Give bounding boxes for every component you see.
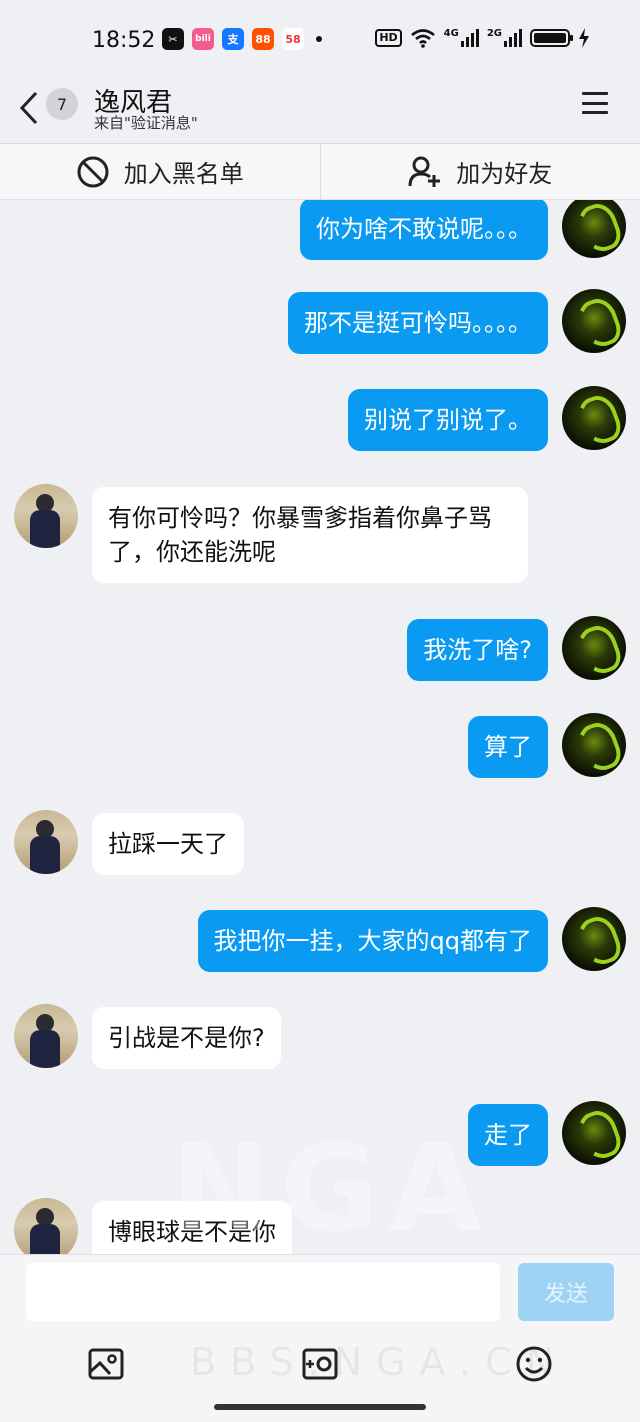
my-avatar[interactable]: [562, 907, 626, 971]
wifi-icon: [410, 29, 435, 48]
my-message-bubble[interactable]: 你为啥不敢说呢。。。: [300, 200, 548, 260]
my-avatar[interactable]: [562, 386, 626, 450]
my-message-bubble[interactable]: 那不是挺可怜吗。。。。: [288, 292, 548, 354]
contact-avatar[interactable]: [14, 484, 78, 548]
status-bar: 18:52 ✂ bili 支 88 58 HD 4G 2G: [0, 0, 640, 80]
status-indicators: HD 4G 2G: [375, 28, 590, 48]
taobao-icon: 88: [252, 28, 274, 50]
stranger-action-bar: 加入黑名单 加为好友: [0, 144, 640, 200]
watermark-logo: NGA: [170, 1120, 492, 1259]
status-time: 18:52: [92, 28, 156, 53]
contact-avatar[interactable]: [14, 1198, 78, 1254]
58-icon: 58: [282, 28, 304, 50]
back-button[interactable]: [18, 86, 40, 135]
watermark-url: BBS.NGA.CN: [190, 1340, 568, 1384]
add-to-blacklist-label: 加入黑名单: [123, 160, 244, 188]
alipay-icon: 支: [222, 28, 244, 50]
contact-message-bubble[interactable]: 拉踩一天了: [92, 813, 244, 875]
composer-bar: 发送: [0, 1254, 640, 1334]
battery-icon: [530, 29, 573, 47]
contact-source: 来自"验证消息": [94, 114, 198, 132]
my-avatar[interactable]: [562, 1101, 626, 1165]
my-message-bubble[interactable]: 别说了别说了。: [348, 389, 548, 451]
signal-2g-icon: [504, 29, 522, 47]
message-list[interactable]: 你为啥不敢说呢。。。 那不是挺可怜吗。。。。 别说了别说了。 有你可怜吗？你暴雪…: [0, 200, 640, 1254]
status-app-icons: ✂ bili 支 88 58: [162, 28, 322, 50]
block-icon: [77, 156, 109, 187]
chat-header: 7 逸风君 来自"验证消息": [0, 80, 640, 144]
contact-avatar[interactable]: [14, 810, 78, 874]
more-notifications-dot: [316, 36, 322, 42]
menu-button[interactable]: [582, 92, 608, 114]
contact-avatar[interactable]: [14, 1004, 78, 1068]
message-input[interactable]: [26, 1263, 500, 1321]
add-friend-label: 加为好友: [456, 160, 553, 188]
send-button[interactable]: 发送: [518, 1263, 614, 1321]
signal-4g-icon: [460, 29, 479, 47]
my-avatar[interactable]: [562, 616, 626, 680]
capcut-icon: ✂: [162, 28, 184, 50]
network-2g-label: 2G: [486, 28, 502, 39]
bilibili-icon: bili: [192, 28, 214, 50]
add-to-blacklist-button[interactable]: 加入黑名单: [0, 144, 320, 199]
my-avatar[interactable]: [562, 713, 626, 777]
my-message-bubble[interactable]: 我洗了啥?: [407, 619, 548, 681]
my-avatar[interactable]: [562, 200, 626, 258]
my-message-bubble[interactable]: 算了: [468, 716, 548, 778]
hd-icon: HD: [375, 29, 402, 47]
contact-message-bubble[interactable]: 引战是不是你?: [92, 1007, 281, 1069]
home-indicator[interactable]: [214, 1404, 426, 1410]
add-friend-button[interactable]: 加为好友: [319, 144, 640, 199]
chevron-left-icon: [19, 91, 38, 125]
unread-count-badge: 7: [46, 88, 78, 120]
network-4g-label: 4G: [443, 28, 459, 39]
image-icon[interactable]: [86, 1344, 126, 1384]
my-avatar[interactable]: [562, 289, 626, 353]
my-message-bubble[interactable]: 我把你一挂，大家的qq都有了: [197, 910, 548, 972]
charging-icon: [579, 28, 589, 48]
contact-message-bubble[interactable]: 有你可怜吗？你暴雪爹指着你鼻子骂了，你还能洗呢: [92, 487, 528, 583]
add-user-icon: [408, 156, 441, 187]
